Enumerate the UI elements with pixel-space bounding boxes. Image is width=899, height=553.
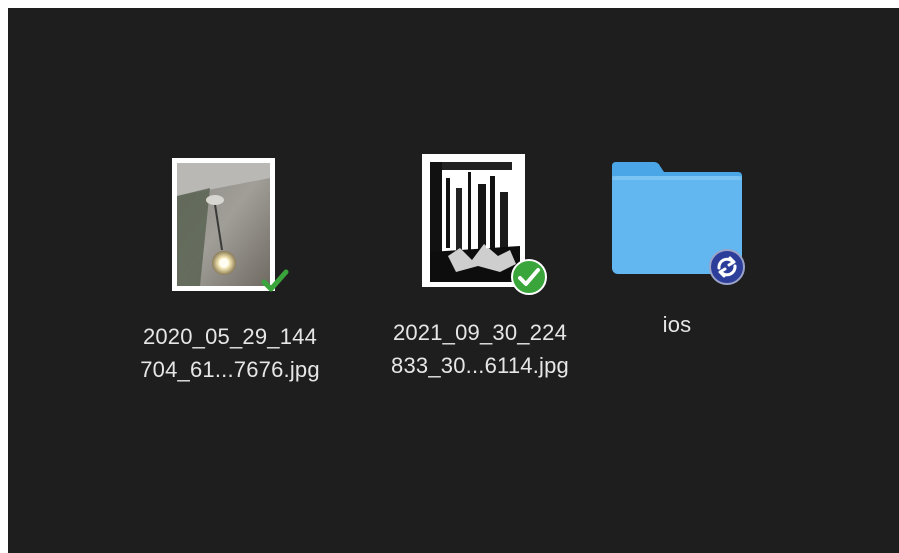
- check-circle-icon: [510, 258, 548, 296]
- file-name-line-2: 833_30...6114.jpg: [391, 353, 569, 378]
- folder-name: ios: [662, 312, 692, 337]
- file-name-line-2: 704_61...7676.jpg: [140, 357, 320, 382]
- photo-thumbnail[interactable]: [110, 148, 350, 308]
- file-name-line-1: 2021_09_30_224: [392, 320, 568, 345]
- finder-window: 2020_05_29_144 704_61...7676.jpg 2021_09…: [8, 8, 899, 553]
- folder-icon[interactable]: [572, 148, 782, 288]
- file-name-line-1: 2020_05_29_144: [142, 324, 318, 349]
- document-thumbnail[interactable]: [360, 148, 600, 308]
- sync-icon: [708, 248, 746, 286]
- check-icon: [260, 266, 290, 296]
